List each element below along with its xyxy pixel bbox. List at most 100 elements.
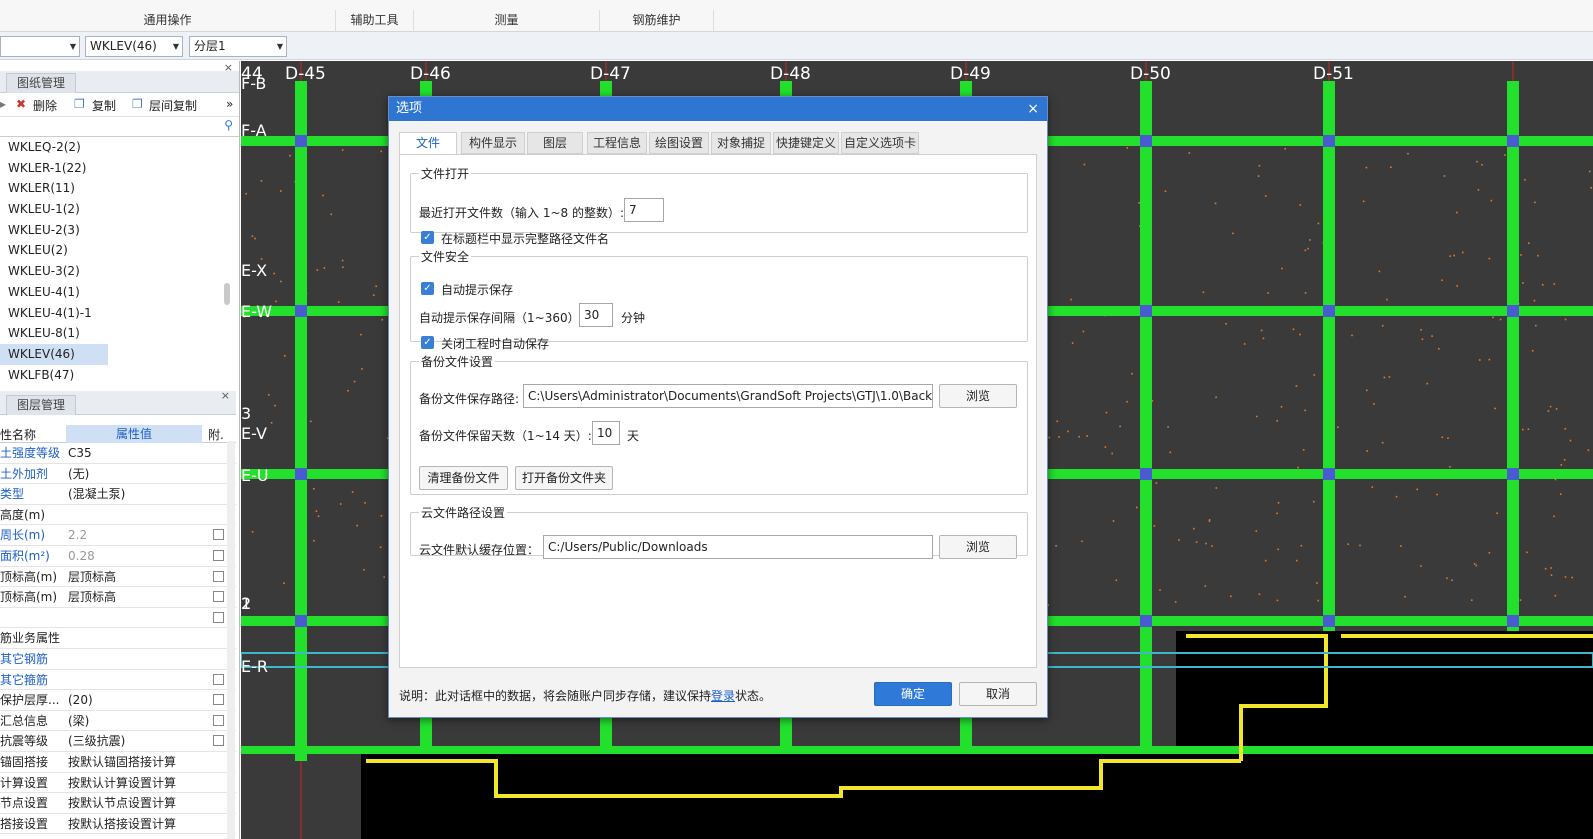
property-row[interactable]: 顶标高(m) 层顶标高 [0,587,236,608]
tab-drawing-management[interactable]: 图纸管理 [6,73,76,93]
property-value[interactable]: 0.28 [68,546,203,566]
close-icon[interactable]: × [221,389,230,402]
open-backup-folder-button[interactable]: 打开备份文件夹 [515,466,613,490]
property-row[interactable]: 搭接设置 按默认搭接设置计算 [0,814,236,835]
attach-checkbox[interactable] [213,529,224,540]
row-label: 2 [241,594,251,613]
copy-button[interactable]: 复制 [92,97,116,114]
close-icon[interactable]: × [224,61,233,74]
backup-browse-button[interactable]: 浏览 [939,384,1017,408]
property-value[interactable]: (三级抗震) [68,731,203,751]
attach-checkbox[interactable] [213,735,224,746]
hatch-dot [1363,201,1365,203]
component-combo[interactable]: WKLEV(46) ▼ [85,36,183,57]
attach-checkbox[interactable] [213,694,224,705]
clean-backup-button[interactable]: 清理备份文件 [419,466,508,490]
floor-copy-button[interactable]: 层间复制 [149,97,197,114]
tab-component-display[interactable]: 构件显示 [461,132,525,154]
property-row[interactable]: 其它箍筋 [0,670,236,691]
drawing-search[interactable]: ⚲ [0,117,239,137]
property-value[interactable]: 2.2 [68,525,203,545]
property-value[interactable]: 按默认节点设置计算 [68,793,203,813]
property-row[interactable] [0,608,236,629]
list-item[interactable]: WKLFB(47) [0,365,239,386]
hatch-dot [1169,452,1171,454]
property-value[interactable]: C35 [68,443,203,463]
fullpath-checkbox[interactable]: ✓ [421,231,434,244]
list-item[interactable]: WKLER-1(22) [0,158,239,179]
layer-combo[interactable]: 分层1 ▼ [189,36,287,57]
attach-checkbox[interactable] [213,715,224,726]
property-value[interactable]: 按默认搭接设置计算 [68,814,203,834]
component-type-combo[interactable]: ▼ [0,36,80,57]
property-row[interactable]: 筋业务属性 [0,628,236,649]
more-icon[interactable]: » [226,97,233,111]
backup-path-input[interactable]: C:\Users\Administrator\Documents\GrandSo… [523,384,933,408]
attach-checkbox[interactable] [213,571,224,582]
drawing-actions: ▸ ✖ 删除 ❐ 复制 ❐ 层间复制 » [0,93,239,117]
login-link[interactable]: 登录 [711,689,735,703]
tab-layer-management[interactable]: 图层管理 [6,395,76,415]
tab-project-info[interactable]: 工程信息 [587,132,647,154]
property-row[interactable]: 面积(m²) 0.28 [0,546,236,567]
list-item[interactable]: WKLEU-8(1) [0,323,239,344]
list-item[interactable]: WKLEV(46) [0,344,108,365]
list-item[interactable]: WKLEU-4(1) [0,282,239,303]
joint-marker [1323,135,1335,147]
property-row[interactable]: 汇总信息 (梁) [0,711,236,732]
property-row[interactable]: 锚固搭接 按默认锚固搭接计算 [0,752,236,773]
hatch-dot [1449,466,1451,468]
hatch-dot [1545,568,1547,570]
list-item[interactable]: WKLEU(2) [0,240,239,261]
autosave-checkbox[interactable]: ✓ [421,282,434,295]
backup-days-input[interactable]: 10 [592,421,620,445]
cancel-button[interactable]: 取消 [959,682,1037,706]
recent-files-input[interactable]: 7 [624,198,664,222]
cloud-cache-input[interactable]: C:/Users/Public/Downloads [543,535,933,559]
property-value[interactable]: 按默认计算设置计算 [68,773,203,793]
property-value[interactable]: 层顶标高 [68,567,203,587]
property-value[interactable]: (混凝土泵) [68,484,203,504]
property-row[interactable]: 节点设置 按默认节点设置计算 [0,793,236,814]
list-scrollbar[interactable] [224,283,230,305]
list-item[interactable]: WKLEU-2(3) [0,220,239,241]
property-value[interactable]: (无) [68,464,203,484]
property-row[interactable]: 保护层厚... (20) [0,690,236,711]
tab-file[interactable]: 文件 [399,132,457,155]
property-row[interactable]: 顶标高(m) 层顶标高 [0,567,236,588]
property-value[interactable]: 层顶标高 [68,587,203,607]
property-row[interactable]: 土强度等级 C35 [0,443,236,464]
delete-button[interactable]: 删除 [33,97,57,114]
property-row[interactable]: 类型 (混凝土泵) [0,484,236,505]
property-row[interactable]: 高度(m) [0,505,236,526]
property-row[interactable]: 其它钢筋 [0,649,236,670]
attach-checkbox[interactable] [213,591,224,602]
property-value[interactable]: (梁) [68,711,203,731]
property-scrollbar[interactable] [227,441,235,839]
tab-object-snap[interactable]: 对象捕捉 [711,132,771,154]
tab-custom-tab[interactable]: 自定义选项卡 [841,132,919,154]
attach-checkbox[interactable] [213,550,224,561]
property-row[interactable]: 抗震等级 (三级抗震) [0,731,236,752]
property-value[interactable]: 按默认锚固搭接计算 [68,752,203,772]
attach-checkbox[interactable] [213,674,224,685]
property-row[interactable]: 周长(m) 2.2 [0,525,236,546]
tab-layer[interactable]: 图层 [527,132,583,154]
close-autosave-checkbox[interactable]: ✓ [421,336,434,349]
list-item[interactable]: WKLEQ-2(2) [0,137,239,158]
list-item[interactable]: WKLEU-1(2) [0,199,239,220]
list-item[interactable]: WKLER(11) [0,178,239,199]
tab-drawing-settings[interactable]: 绘图设置 [649,132,709,154]
interval-input[interactable]: 30 [579,303,613,327]
list-item[interactable]: WKLEU-4(1)-1 [0,303,239,324]
close-icon[interactable]: × [1027,97,1039,121]
ok-button[interactable]: 确定 [874,682,952,706]
property-value[interactable]: (20) [68,690,203,710]
tab-shortcut-keys[interactable]: 快捷键定义 [773,132,839,154]
hatch-dot [1281,268,1283,270]
attach-checkbox[interactable] [213,612,224,623]
property-row[interactable]: 土外加剂 (无) [0,464,236,485]
property-row[interactable]: 计算设置 按默认计算设置计算 [0,773,236,794]
cloud-browse-button[interactable]: 浏览 [939,535,1017,559]
list-item[interactable]: WKLEU-3(2) [0,261,239,282]
